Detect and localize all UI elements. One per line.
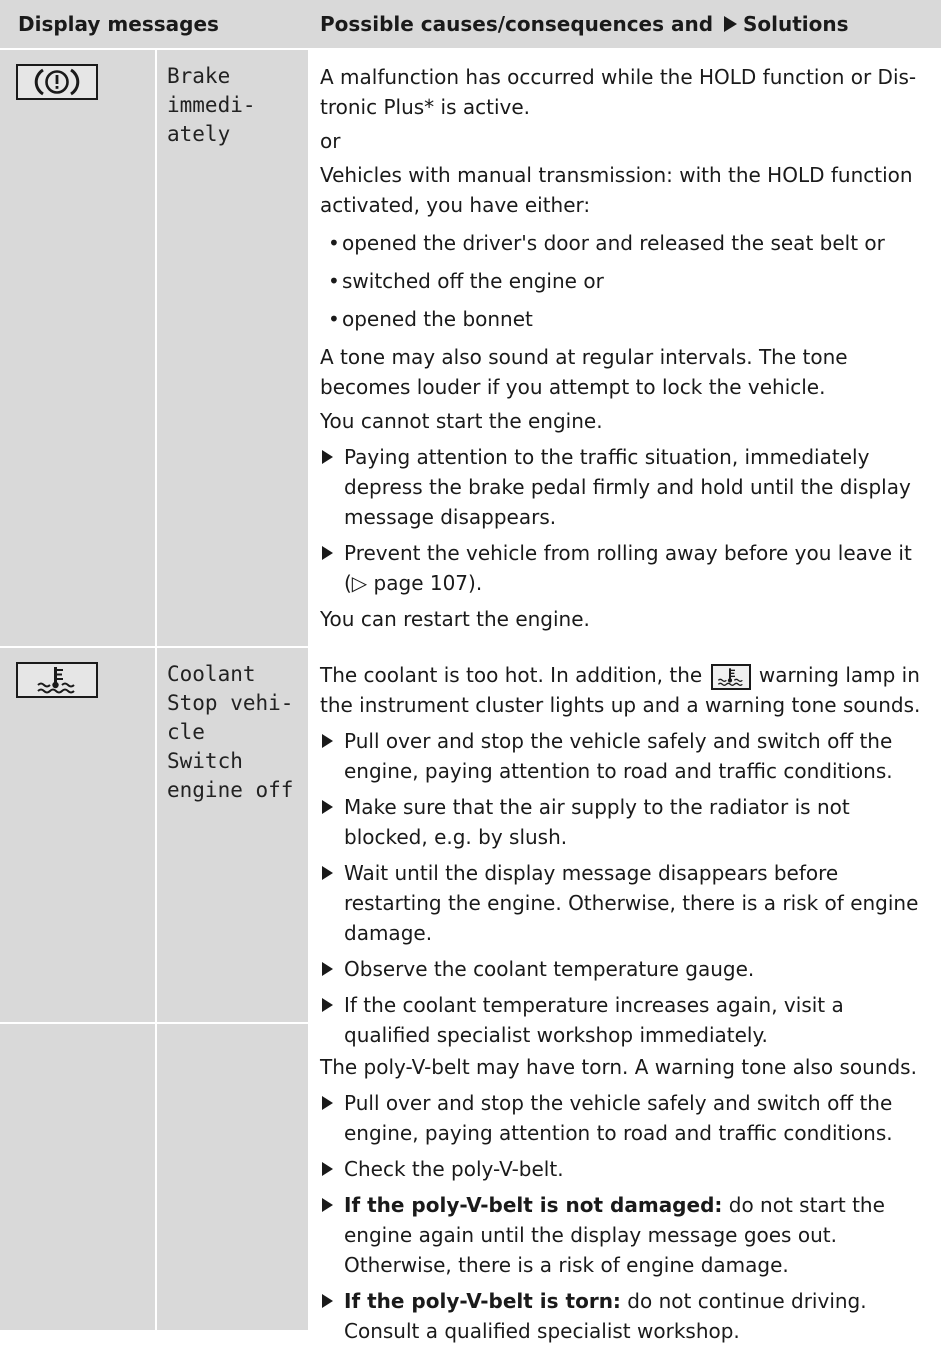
causes-cell: A malfunction has occurred while the HOL… bbox=[308, 50, 941, 646]
restart-text: You can restart the engine. bbox=[320, 607, 590, 631]
coolant-warning-lamp-icon bbox=[710, 664, 751, 690]
action-text: Pull over and stop the vehicle safely an… bbox=[344, 1091, 893, 1145]
action-text: Make sure that the air supply to the rad… bbox=[344, 795, 850, 849]
cause-text: A malfunction has occurred while the HOL… bbox=[320, 65, 917, 119]
action-item: Paying attention to the traffic situatio… bbox=[320, 442, 931, 532]
action-item: Pull over and stop the vehicle safely an… bbox=[320, 1088, 931, 1148]
header-causes-label: Possible causes/consequences and bbox=[320, 12, 714, 36]
display-message-text: Brake immedi- ately bbox=[157, 50, 308, 646]
cause-text: Vehicles with manual transmission: with … bbox=[320, 163, 913, 217]
action-text: If the coolant temperature increases aga… bbox=[344, 993, 844, 1047]
action-arrow-icon bbox=[322, 998, 333, 1012]
display-messages-table: Display messages Possible causes/consequ… bbox=[0, 0, 941, 1343]
action-item: Observe the coolant temperature gauge. bbox=[320, 954, 931, 984]
brake-warning-icon bbox=[16, 64, 98, 100]
tone-text: A tone may also sound at regular interva… bbox=[320, 345, 848, 399]
bullet-item: switched off the engine or bbox=[320, 266, 931, 296]
cause-text: The poly-V-belt may have torn. A warning… bbox=[320, 1055, 917, 1079]
cause-text-part: The coolant is too hot. In addition, the bbox=[320, 663, 703, 687]
bullet-item: opened the bonnet bbox=[320, 304, 931, 334]
action-item: If the coolant temperature increases aga… bbox=[320, 990, 931, 1050]
display-message-text: Coolant Stop vehi- cle Switch engine off bbox=[157, 648, 308, 1022]
action-arrow-icon bbox=[322, 546, 333, 560]
action-text: Pull over and stop the vehicle safely an… bbox=[344, 729, 893, 783]
action-bold-text: If the poly-V-belt is not damaged: bbox=[344, 1193, 723, 1217]
action-bold-text: If the poly-V-belt is torn: bbox=[344, 1289, 621, 1313]
action-arrow-icon bbox=[322, 450, 333, 464]
action-item: Check the poly-V-belt. bbox=[320, 1154, 931, 1184]
icon-cell bbox=[0, 648, 157, 1022]
action-arrow-icon bbox=[322, 1294, 333, 1308]
action-text: Prevent the vehicle from rolling away be… bbox=[344, 541, 912, 595]
action-text: Check the poly-V-belt. bbox=[344, 1157, 564, 1181]
header-solutions-label: Solutions bbox=[743, 12, 849, 36]
action-arrow-icon bbox=[322, 1096, 333, 1110]
header-causes-solutions: Possible causes/consequences and Solutio… bbox=[306, 0, 849, 48]
display-message-text bbox=[157, 1024, 308, 1330]
action-text: Wait until the display message disappear… bbox=[344, 861, 919, 945]
action-text: Paying attention to the traffic situatio… bbox=[344, 445, 911, 529]
table-row: The poly-V-belt may have torn. A warning… bbox=[0, 1024, 941, 1343]
action-text: Observe the coolant temperature gauge. bbox=[344, 957, 755, 981]
causes-cell: The poly-V-belt may have torn. A warning… bbox=[308, 1024, 941, 1343]
icon-cell bbox=[0, 50, 157, 646]
action-item: Prevent the vehicle from rolling away be… bbox=[320, 538, 931, 598]
coolant-temperature-icon bbox=[16, 662, 98, 698]
table-row: Coolant Stop vehi- cle Switch engine off… bbox=[0, 648, 941, 1047]
or-text: or bbox=[320, 129, 341, 153]
action-item: Pull over and stop the vehicle safely an… bbox=[320, 726, 931, 786]
table-row: Brake immedi- ately A malfunction has oc… bbox=[0, 50, 941, 648]
action-arrow-icon bbox=[322, 1198, 333, 1212]
icon-cell bbox=[0, 1024, 157, 1330]
action-arrow-icon bbox=[322, 866, 333, 880]
action-arrow-icon bbox=[322, 734, 333, 748]
solution-arrow-icon bbox=[724, 16, 737, 32]
action-arrow-icon bbox=[322, 1162, 333, 1176]
action-arrow-icon bbox=[322, 962, 333, 976]
causes-cell: The coolant is too hot. In addition, the… bbox=[308, 648, 941, 1047]
action-arrow-icon bbox=[322, 800, 333, 814]
table-header: Display messages Possible causes/consequ… bbox=[0, 0, 941, 50]
action-item: Make sure that the air supply to the rad… bbox=[320, 792, 931, 852]
action-item: If the poly-V-belt is not damaged: do no… bbox=[320, 1190, 931, 1280]
action-item: If the poly-V-belt is torn: do not conti… bbox=[320, 1286, 931, 1346]
header-display-messages: Display messages bbox=[18, 12, 219, 36]
cause-text: The coolant is too hot. In addition, the… bbox=[320, 660, 931, 720]
no-start-text: You cannot start the engine. bbox=[320, 409, 603, 433]
bullet-item: opened the driver's door and released th… bbox=[320, 228, 931, 258]
action-item: Wait until the display message disappear… bbox=[320, 858, 931, 948]
